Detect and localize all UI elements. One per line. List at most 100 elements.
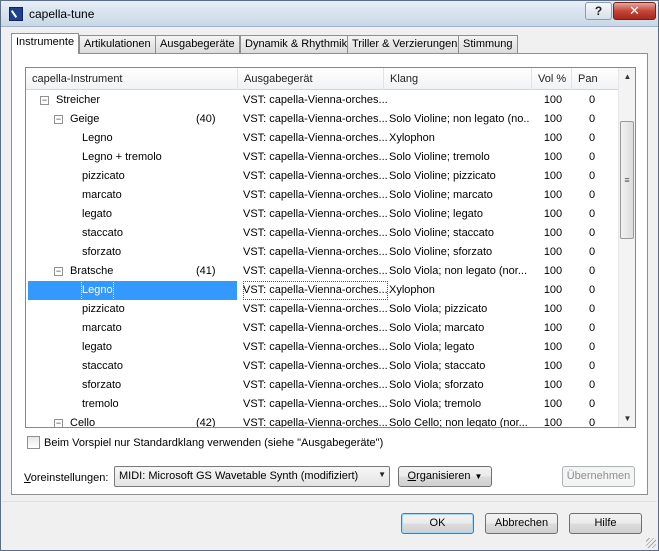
sound-cell: Solo Viola; tremolo [389,398,482,410]
tree-rows: − Streicher VST: capella-Vienna-orches... 1… [26,91,618,427]
vertical-scrollbar[interactable]: ▲ ≡ ▼ [618,68,635,427]
volume-cell: 100 [543,265,563,277]
sound-cell: Solo Violine; tremolo [389,151,490,163]
tree-row[interactable]: legato VST: capella-Vienna-orches... Solo … [26,205,618,224]
instrument-name: marcato [82,322,122,334]
tree-row[interactable]: Legno VST: capella-Vienna-orches... Xyloph… [26,129,618,148]
presets-dropdown[interactable]: MIDI: Microsoft GS Wavetable Synth (modi… [114,466,390,487]
scroll-thumb[interactable]: ≡ [620,121,634,239]
tree-row[interactable]: Legno + tremolo VST: capella-Vienna-orche… [26,148,618,167]
volume-cell: 100 [543,189,563,201]
presets-label-rest: oreinstellungen: [30,472,109,484]
instrument-name: Cello [70,417,96,427]
tab-stimmung[interactable]: Stimmung [458,35,518,53]
tree-row[interactable]: − Geige (40) VST: capella-Vienna-orches... S… [26,110,618,129]
volume-cell: 100 [543,360,563,372]
tree-row[interactable]: pizzicato VST: capella-Vienna-orches... So… [26,300,618,319]
tree-row[interactable]: legato VST: capella-Vienna-orches... Solo … [26,338,618,357]
pan-cell: 0 [588,303,596,315]
instrument-name: Legno [81,281,114,300]
tree-row[interactable]: staccato VST: capella-Vienna-orches... Sol… [26,357,618,376]
cancel-button[interactable]: Abbrechen [485,513,558,534]
volume-cell: 100 [543,113,563,125]
tree-row[interactable]: sforzato VST: capella-Vienna-orches... Sol… [26,376,618,395]
pan-cell: 0 [588,341,596,353]
instrument-number [196,205,236,224]
help-button[interactable]: Hilfe [569,513,642,534]
apply-button[interactable]: Übernehmen [562,466,635,487]
pan-cell: 0 [588,322,596,334]
pan-cell: 0 [588,113,596,125]
volume-cell: 100 [543,341,563,353]
output-device-cell: VST: capella-Vienna-orches... [243,132,388,144]
collapse-toggle-icon[interactable]: − [40,96,49,105]
sound-cell [389,91,529,110]
scroll-down-icon[interactable]: ▼ [619,410,635,427]
collapse-toggle-icon[interactable]: − [54,267,63,276]
standard-sound-checkbox[interactable] [27,436,40,449]
capella-tune-dialog: capella-tune ? ✕ Instrumente Artikulatio… [0,0,659,551]
pan-cell: 0 [588,132,596,144]
instrument-number [196,129,236,148]
ok-button[interactable]: OK [401,513,474,534]
tree-row[interactable]: staccato VST: capella-Vienna-orches... Sol… [26,224,618,243]
output-device-cell: VST: capella-Vienna-orches... [243,265,388,277]
organize-button[interactable]: Organisieren ▼ [398,466,492,487]
column-header-sound[interactable]: Klang [384,68,532,90]
pan-cell: 0 [588,151,596,163]
column-header-row: capella-Instrument Ausgabegerät Klang Vo… [26,68,618,90]
instrument-number [196,319,236,338]
tab-artikulationen[interactable]: Artikulationen [79,35,156,53]
tree-row[interactable]: sforzato VST: capella-Vienna-orches... Sol… [26,243,618,262]
help-icon[interactable]: ? [585,2,612,20]
volume-cell: 100 [543,398,563,410]
tree-row[interactable]: − Streicher VST: capella-Vienna-orches... 1… [26,91,618,110]
sound-cell: Solo Viola; sforzato [389,379,484,391]
tree-row[interactable]: marcato VST: capella-Vienna-orches... Solo… [26,186,618,205]
column-header-vol[interactable]: Vol % [532,68,572,90]
pan-cell: 0 [588,265,596,277]
output-device-cell: VST: capella-Vienna-orches... [243,379,388,391]
sound-cell: Solo Viola; staccato [389,360,486,372]
sound-cell: Solo Violine; non legato (no... [389,113,529,125]
volume-cell: 100 [543,170,563,182]
instrument-name: pizzicato [82,303,125,315]
tab-dynamik-rhythmik[interactable]: Dynamik & Rhythmik [240,35,353,53]
sound-cell: Solo Violine; staccato [389,227,494,239]
output-device-cell: VST: capella-Vienna-orches... [243,189,388,201]
pan-cell: 0 [588,360,596,372]
sound-cell: Solo Viola; pizzicato [389,303,488,315]
pan-cell: 0 [588,246,596,258]
column-header-instrument[interactable]: capella-Instrument [26,68,238,90]
pan-cell: 0 [588,189,596,201]
output-device-cell: VST: capella-Vienna-orches... [243,303,388,315]
standard-sound-label: Beim Vorspiel nur Standardklang verwende… [44,437,384,449]
resize-grip-icon[interactable] [646,538,656,548]
sound-cell: Xylophon [389,132,435,144]
collapse-toggle-icon[interactable]: − [54,115,63,124]
tree-row[interactable]: marcato VST: capella-Vienna-orches... Solo… [26,319,618,338]
instrument-tree[interactable]: capella-Instrument Ausgabegerät Klang Vo… [25,67,636,428]
tree-row[interactable]: Legno VST: capella-Vienna-orches... Xyloph… [26,281,618,300]
instrument-name: sforzato [82,379,122,391]
column-header-output[interactable]: Ausgabegerät [238,68,384,90]
tree-row[interactable]: − Cello (42) VST: capella-Vienna-orches... S… [26,414,618,427]
tab-triller-verzierungen[interactable]: Triller & Verzierungen [347,35,463,53]
tab-instrumente[interactable]: Instrumente [11,33,80,54]
sound-cell: Solo Viola; legato [389,341,475,353]
pan-cell: 0 [588,398,596,410]
column-header-pan[interactable]: Pan [572,68,618,90]
output-device-cell: VST: capella-Vienna-orches... [243,151,388,163]
window-title: capella-tune [29,7,95,21]
dialog-footer [2,501,657,549]
tree-row[interactable]: − Bratsche (41) VST: capella-Vienna-orches.… [26,262,618,281]
close-icon[interactable]: ✕ [613,2,656,20]
tree-row[interactable]: tremolo VST: capella-Vienna-orches... Solo… [26,395,618,414]
volume-cell: 100 [543,303,563,315]
tab-ausgabegeraete[interactable]: Ausgabegeräte [155,35,240,53]
instrument-number [196,357,236,376]
collapse-toggle-icon[interactable]: − [54,419,63,427]
instrument-name: sforzato [82,246,122,258]
scroll-up-icon[interactable]: ▲ [619,68,635,85]
tree-row[interactable]: pizzicato VST: capella-Vienna-orches... So… [26,167,618,186]
